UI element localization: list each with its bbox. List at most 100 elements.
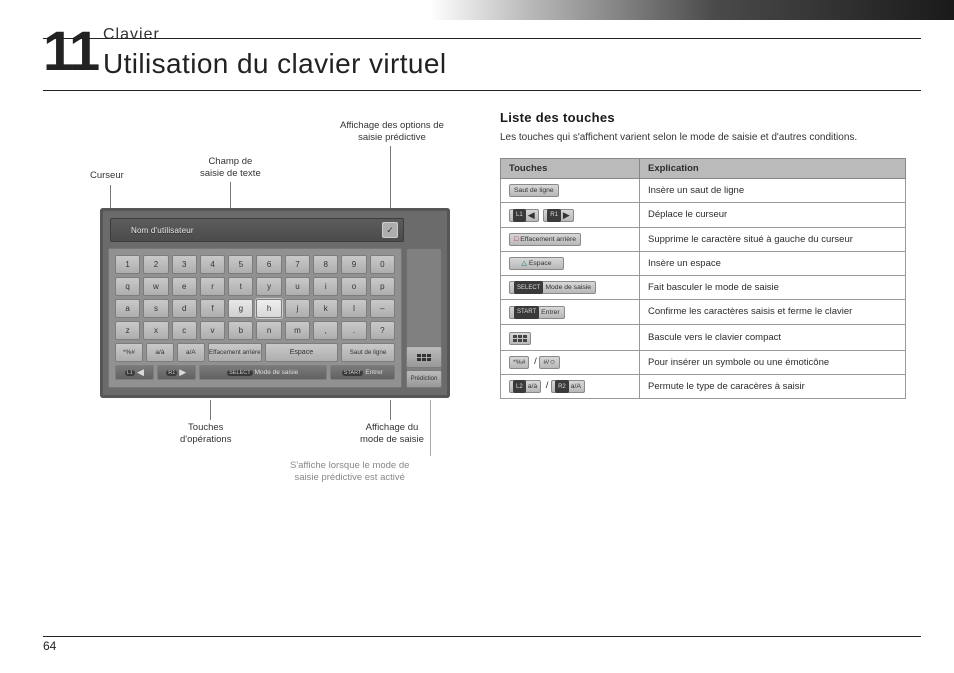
key-comma: ,: [313, 321, 338, 340]
callout-predictive-options: Affichage des options de saisie prédicti…: [340, 120, 444, 144]
key-1: 1: [115, 255, 140, 274]
key-6: 6: [256, 255, 281, 274]
key-p: p: [370, 277, 395, 296]
key-q: q: [115, 277, 140, 296]
row-desc: Supprime le caractère situé à gauche du …: [640, 227, 906, 251]
key-list-intro: Les touches qui s'affichent varient selo…: [500, 131, 906, 144]
table-row: L2a/à / R2a/A Permute le type de caracèr…: [501, 374, 906, 399]
table-row: Bascule vers le clavier compact: [501, 324, 906, 350]
left-arrow-icon: ◀: [137, 367, 144, 378]
row-desc: Fait basculer le mode de saisie: [640, 275, 906, 300]
key-grid: 1 2 3 4 5 6 7 8 9 0 q w e r t y: [108, 248, 402, 388]
bottom-keys-row: L1 ◀ R1 ▶ SELECT Mode de saisie START En…: [115, 365, 395, 380]
enter-label: Entrer: [541, 309, 560, 316]
key-a: a: [115, 299, 140, 318]
rule-bottom: [43, 636, 921, 637]
callout-line: [390, 146, 391, 216]
table-row: STARTEntrer Confirme les caractères sais…: [501, 300, 906, 325]
key-h: h: [256, 299, 281, 318]
select-badge: SELECT: [227, 370, 252, 376]
key-period: .: [341, 321, 366, 340]
key-9: 9: [341, 255, 366, 274]
manual-page: 11 Clavier Utilisation du clavier virtue…: [0, 0, 954, 673]
triangle-icon: △: [521, 259, 526, 267]
key-t: t: [228, 277, 253, 296]
keys-table: Touches Explication Saut de ligne Insère…: [500, 158, 906, 399]
key-0: 0: [370, 255, 395, 274]
keyboard-diagram: Curseur Champ de saisie de texte Afficha…: [60, 110, 480, 440]
row-desc: Insère un espace: [640, 251, 906, 275]
r1-badge-icon: R1: [547, 209, 561, 222]
key-chip-sym: *%#: [509, 356, 529, 369]
key-chip-arrow: R1▶: [543, 209, 574, 222]
key-cursor-left: L1 ◀: [115, 365, 154, 380]
key-chip-arrow: L1◀: [509, 209, 539, 222]
callout-line: [210, 400, 211, 420]
key-mode: SELECT Mode de saisie: [199, 365, 327, 380]
key-row-numbers: 1 2 3 4 5 6 7 8 9 0: [115, 255, 395, 274]
key-b: b: [228, 321, 253, 340]
key-5: 5: [228, 255, 253, 274]
key-m: m: [285, 321, 310, 340]
key-backspace: Effacement arrière: [208, 343, 262, 362]
key-l: l: [341, 299, 366, 318]
predictive-options-button: ✓: [382, 222, 398, 238]
key-cursor-right: R1 ▶: [157, 365, 196, 380]
key-d: d: [172, 299, 197, 318]
start-badge: START: [342, 370, 364, 376]
key-w: w: [143, 277, 168, 296]
key-chip-space: △Espace: [509, 257, 564, 270]
l1-badge: L1: [125, 370, 135, 376]
key-8: 8: [313, 255, 338, 274]
rule-under-title: [43, 90, 921, 91]
key-chip-case: R2a/A: [551, 380, 585, 393]
key-r: r: [200, 277, 225, 296]
key-symbols: *%#: [115, 343, 143, 362]
rule-top: [43, 38, 921, 39]
operation-keys-row: *%# a/à a/A Effacement arrière Espace Sa…: [115, 343, 395, 362]
table-row: □Effacement arrière Supprime le caractèr…: [501, 227, 906, 251]
row-desc: Bascule vers le clavier compact: [640, 324, 906, 350]
callout-text-field: Champ de saisie de texte: [200, 156, 261, 180]
key-newline: Saut de ligne: [341, 343, 395, 362]
grid-icon: [417, 354, 431, 361]
l1-badge-icon: L1: [513, 209, 526, 222]
callout-mode-display: Affichage du mode de saisie: [360, 422, 424, 446]
accent-label: a/à: [528, 383, 537, 390]
key-list-section: Liste des touches Les touches qui s'affi…: [500, 110, 906, 399]
callout-line: [430, 400, 431, 456]
section-title: Utilisation du clavier virtuel: [103, 48, 446, 80]
key-e: e: [172, 277, 197, 296]
key-chip-backspace: □Effacement arrière: [509, 233, 581, 246]
col-header-explanation: Explication: [640, 159, 906, 179]
compact-grid-button: [406, 346, 442, 368]
row-desc: Pour insérer un symbole ou une émoticône: [640, 350, 906, 374]
enter-label: Entrer: [365, 369, 383, 376]
col-header-keys: Touches: [501, 159, 640, 179]
field-name-label: Nom d'utilisateur: [131, 226, 194, 235]
callout-prediction-hint: S'affiche lorsque le mode de saisie préd…: [290, 460, 409, 484]
key-j: j: [285, 299, 310, 318]
callout-cursor: Curseur: [90, 170, 124, 182]
row-desc: Insère un saut de ligne: [640, 179, 906, 203]
callout-operation-keys: Touches d'opérations: [180, 422, 231, 446]
table-row: *%# / #/☺ Pour insérer un symbole ou une…: [501, 350, 906, 374]
section-label: Clavier: [103, 26, 160, 44]
square-icon: □: [514, 236, 518, 243]
right-arrow-icon: ▶: [179, 367, 186, 378]
table-row: L1◀ R1▶ Déplace le curseur: [501, 203, 906, 228]
key-x: x: [143, 321, 168, 340]
key-3: 3: [172, 255, 197, 274]
key-enter: START Entrer: [330, 365, 395, 380]
key-z: z: [115, 321, 140, 340]
key-chip-enter: STARTEntrer: [509, 306, 565, 319]
key-c: c: [172, 321, 197, 340]
right-arrow-icon: ▶: [563, 210, 570, 221]
start-badge-icon: START: [514, 306, 539, 319]
key-chip-compact: [509, 332, 531, 345]
row-desc: Permute le type de caracères à saisir: [640, 374, 906, 399]
key-g: g: [228, 299, 253, 318]
key-list-heading: Liste des touches: [500, 110, 906, 125]
key-case: a/A: [177, 343, 205, 362]
key-question: ?: [370, 321, 395, 340]
